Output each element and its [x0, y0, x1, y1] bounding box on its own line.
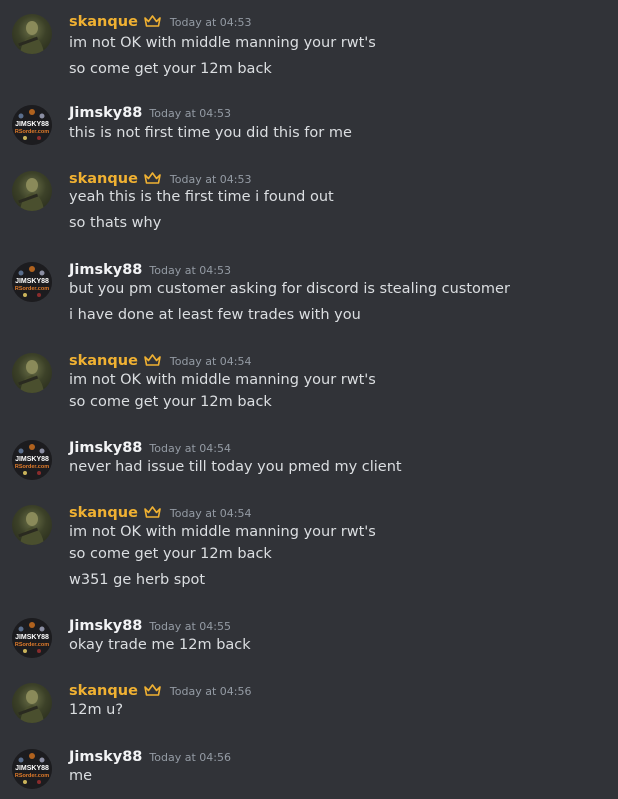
avatar-text: RSorder.com — [15, 129, 49, 135]
crown-icon — [144, 13, 161, 32]
crown-icon — [144, 352, 161, 371]
message-text: me — [69, 768, 93, 784]
message-text: never had issue till today you pmed my c… — [69, 459, 402, 475]
timestamp[interactable]: Today at 04:55 — [149, 620, 231, 633]
timestamp[interactable]: Today at 04:54 — [170, 355, 252, 368]
author-name[interactable]: Jimsky88 — [69, 749, 142, 765]
author-name[interactable]: skanque — [69, 171, 138, 187]
author-name[interactable]: skanque — [69, 683, 138, 699]
timestamp[interactable]: Today at 04:53 — [170, 173, 252, 186]
avatar[interactable] — [12, 683, 52, 723]
message-text: so come get your 12m back — [69, 61, 272, 77]
author-name[interactable]: skanque — [69, 505, 138, 521]
message-text: 12m u? — [69, 702, 124, 718]
avatar-text: JIMSKY88 — [15, 456, 49, 463]
message-text: okay trade me 12m back — [69, 637, 251, 653]
avatar-text: JIMSKY88 — [15, 765, 49, 772]
avatar-text: JIMSKY88 — [15, 278, 49, 285]
timestamp[interactable]: Today at 04:53 — [149, 264, 231, 277]
crown-icon — [144, 170, 161, 189]
message-text: so come get your 12m back — [69, 394, 272, 410]
message-text: im not OK with middle manning your rwt's — [69, 35, 376, 51]
message-text: yeah this is the first time i found out — [69, 189, 334, 205]
author-name[interactable]: Jimsky88 — [69, 618, 142, 634]
avatar-text: RSorder.com — [15, 773, 49, 779]
crown-icon — [144, 682, 161, 701]
timestamp[interactable]: Today at 04:54 — [149, 442, 231, 455]
timestamp[interactable]: Today at 04:53 — [149, 107, 231, 120]
message-text: so thats why — [69, 215, 162, 231]
avatar-text: RSorder.com — [15, 464, 49, 470]
message-text: im not OK with middle manning your rwt's — [69, 524, 376, 540]
author-name[interactable]: skanque — [69, 353, 138, 369]
avatar[interactable] — [12, 171, 52, 211]
message-text: this is not first time you did this for … — [69, 125, 352, 141]
avatar-text: RSorder.com — [15, 286, 49, 292]
message-text: im not OK with middle manning your rwt's — [69, 372, 376, 388]
author-name[interactable]: Jimsky88 — [69, 262, 142, 278]
timestamp[interactable]: Today at 04:56 — [170, 685, 252, 698]
timestamp[interactable]: Today at 04:53 — [170, 16, 252, 29]
message-text: w351 ge herb spot — [69, 572, 206, 588]
avatar[interactable]: JIMSKY88 RSorder.com — [12, 440, 52, 480]
avatar[interactable]: JIMSKY88 RSorder.com — [12, 105, 52, 145]
avatar[interactable] — [12, 14, 52, 54]
timestamp[interactable]: Today at 04:54 — [170, 507, 252, 520]
avatar-text: JIMSKY88 — [15, 121, 49, 128]
avatar[interactable]: JIMSKY88 RSorder.com — [12, 749, 52, 789]
avatar-text: JIMSKY88 — [15, 634, 49, 641]
message-text: but you pm customer asking for discord i… — [69, 281, 510, 297]
avatar-text: RSorder.com — [15, 642, 49, 648]
avatar[interactable]: JIMSKY88 RSorder.com — [12, 618, 52, 658]
message-text: so come get your 12m back — [69, 546, 272, 562]
author-name[interactable]: Jimsky88 — [69, 440, 142, 456]
timestamp[interactable]: Today at 04:56 — [149, 751, 231, 764]
crown-icon — [144, 504, 161, 523]
author-name[interactable]: Jimsky88 — [69, 105, 142, 121]
avatar[interactable] — [12, 505, 52, 545]
avatar[interactable] — [12, 353, 52, 393]
avatar[interactable]: JIMSKY88 RSorder.com — [12, 262, 52, 302]
message-text: i have done at least few trades with you — [69, 307, 361, 323]
author-name[interactable]: skanque — [69, 14, 138, 30]
